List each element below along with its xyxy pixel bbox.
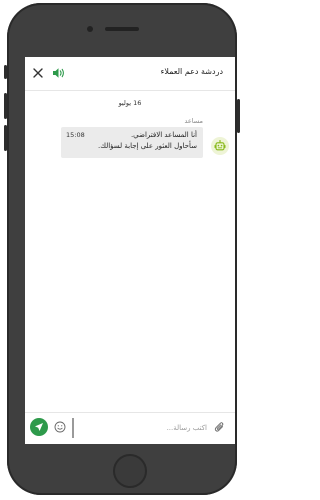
message-line: أنا المساعد الافتراضي. (130, 131, 197, 139)
bot-avatar (211, 137, 229, 155)
silent-switch (4, 65, 7, 79)
message-line: سأحاول العثور على إجابة لسؤالك. (97, 142, 197, 150)
earpiece-speaker (105, 27, 139, 31)
chat-title: دردشة دعم العملاء (160, 67, 223, 76)
close-icon (33, 68, 43, 78)
volume-up-button (4, 93, 7, 119)
attach-button[interactable] (212, 420, 226, 434)
sound-toggle-button[interactable] (51, 66, 67, 80)
message-input[interactable] (77, 420, 207, 436)
chat-header: دردشة دعم العملاء (25, 57, 235, 91)
volume-down-button (4, 125, 7, 151)
send-button[interactable] (30, 418, 48, 436)
robot-icon (214, 140, 226, 151)
message-composer (25, 412, 235, 444)
power-button (237, 99, 240, 133)
phone-frame: دردشة دعم العملاء 16 يوليو مساعد 15:08 أ… (4, 3, 240, 495)
home-button[interactable] (113, 454, 147, 488)
message-time: 15:08 (66, 131, 85, 139)
front-camera (87, 26, 93, 32)
date-separator: 16 يوليو (118, 99, 142, 107)
speaker-icon (53, 68, 64, 78)
emoji-icon (54, 421, 66, 433)
paperclip-icon (214, 422, 223, 432)
close-button[interactable] (31, 66, 45, 80)
input-cursor-divider (72, 418, 74, 438)
message-text: أنا المساعد الافتراضي. سأحاول العثور على… (87, 130, 197, 152)
send-icon (35, 423, 43, 431)
message-bubble: 15:08 أنا المساعد الافتراضي. سأحاول العث… (61, 127, 203, 158)
chat-screen: دردشة دعم العملاء 16 يوليو مساعد 15:08 أ… (25, 57, 235, 444)
message-sender-name: مساعد (184, 117, 203, 125)
emoji-button[interactable] (53, 420, 67, 434)
